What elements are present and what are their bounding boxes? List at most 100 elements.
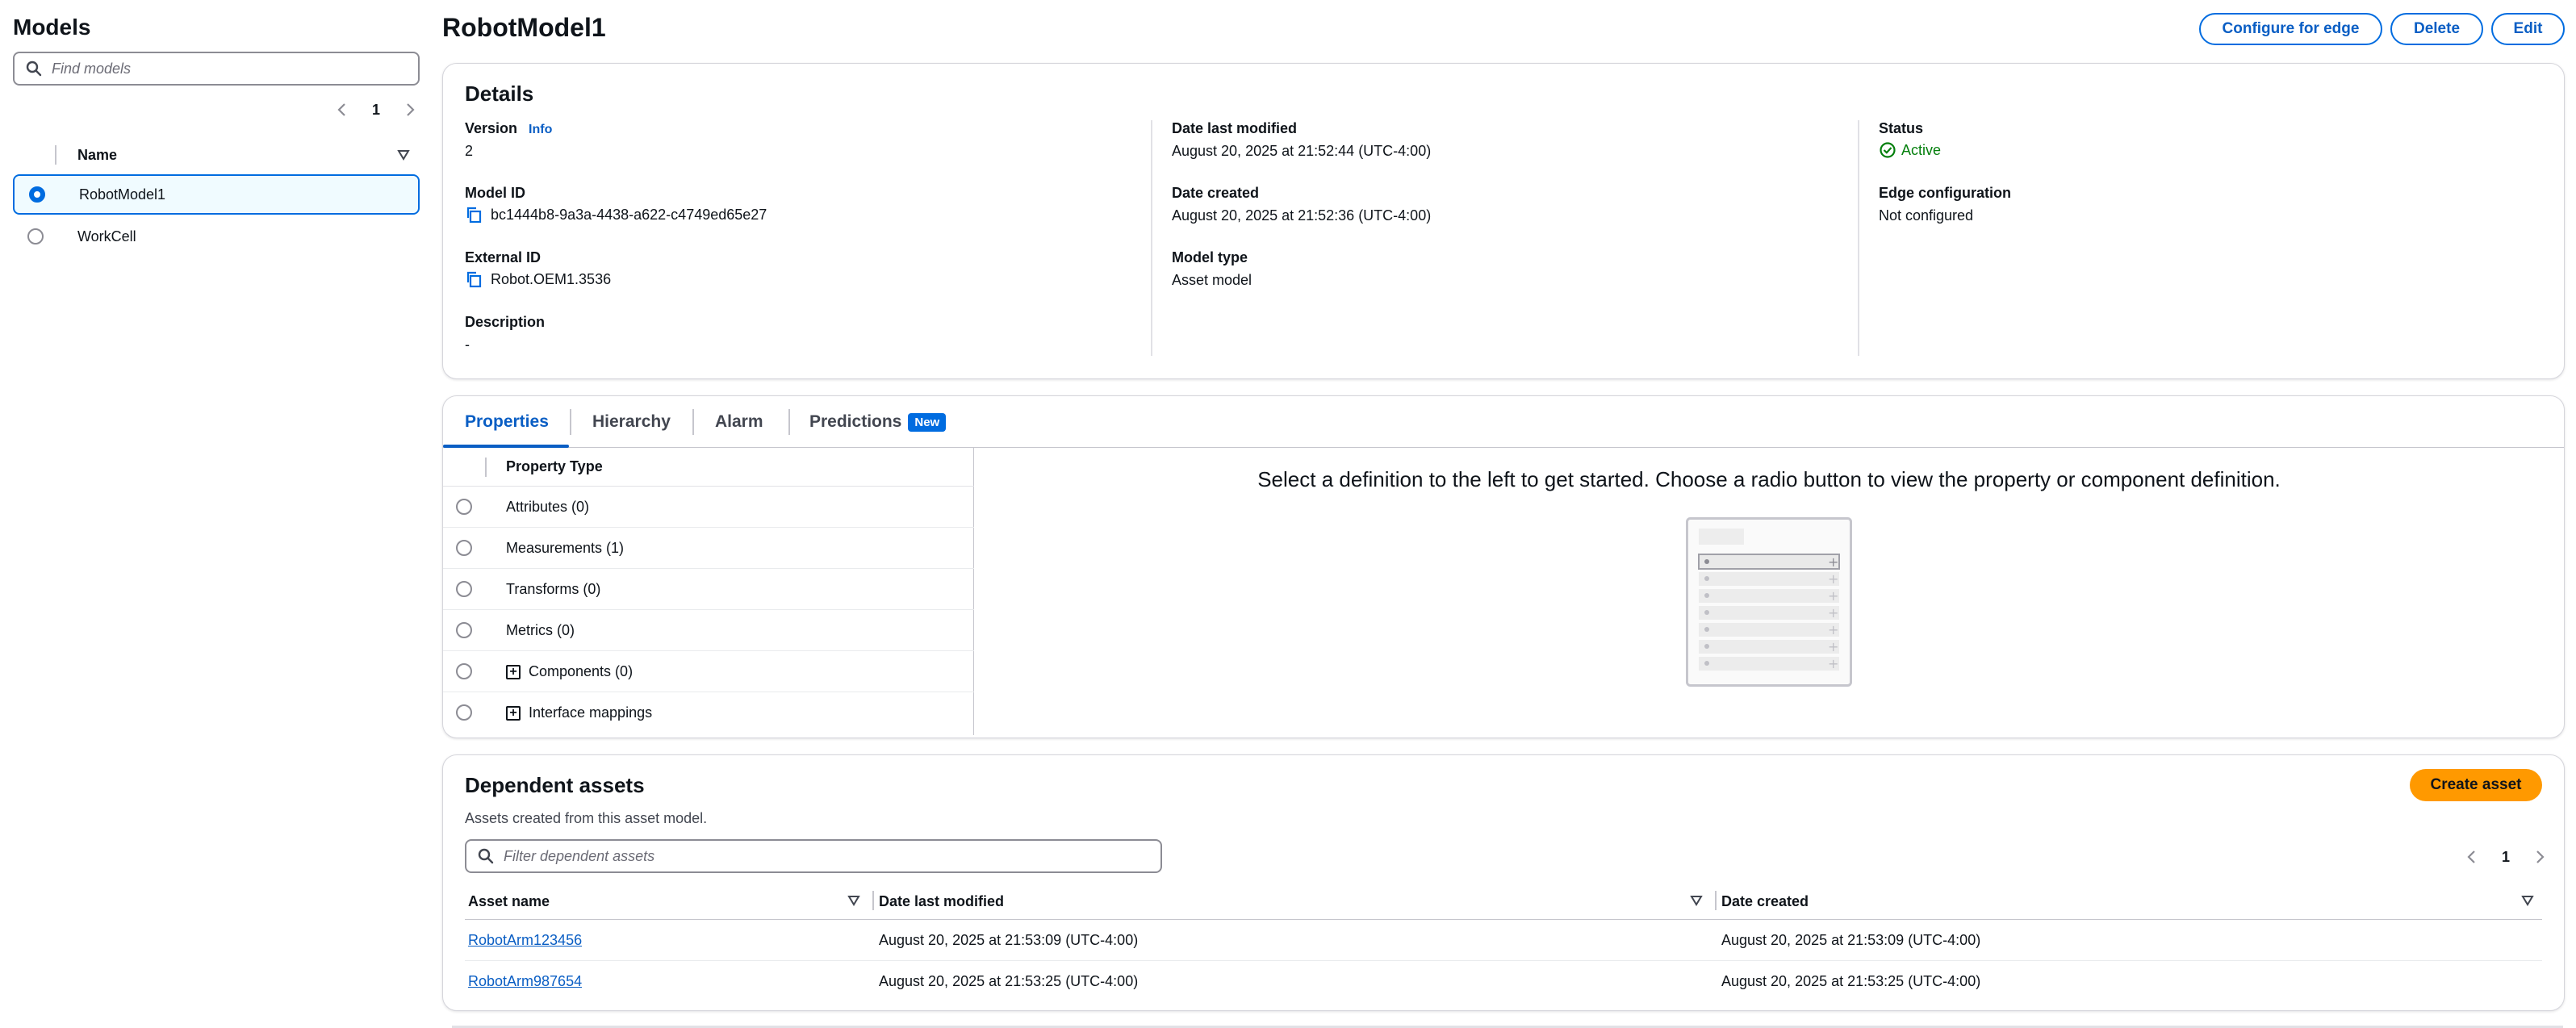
property-type-column: Property Type <box>506 458 603 474</box>
filter-placeholder: Filter dependent assets <box>504 847 655 864</box>
asset-link[interactable]: RobotArm123456 <box>468 932 582 948</box>
model-row-robotmodel1[interactable]: RobotModel1 <box>13 174 420 215</box>
create-asset-button[interactable]: Create asset <box>2410 769 2542 801</box>
tab-divider <box>788 409 790 435</box>
new-badge: New <box>908 412 947 432</box>
column-divider <box>485 458 487 477</box>
tab-hierarchy[interactable]: Hierarchy <box>592 396 671 448</box>
tab-properties[interactable]: Properties <box>465 396 549 448</box>
status-text: Active <box>1901 141 1942 158</box>
next-page-icon[interactable] <box>404 102 416 118</box>
property-label: Metrics (0) <box>506 622 575 638</box>
property-row-interface-mappings[interactable]: + Interface mappings <box>443 692 974 733</box>
version-value: 2 <box>465 143 474 159</box>
models-table-header: Name <box>13 140 420 169</box>
asset-name-column[interactable]: Asset name <box>468 893 550 910</box>
prev-page-icon[interactable] <box>2465 849 2478 865</box>
next-page-icon[interactable] <box>2533 849 2546 865</box>
edit-button[interactable]: Edit <box>2491 13 2565 45</box>
expand-icon[interactable]: + <box>506 664 521 679</box>
property-radio[interactable] <box>456 704 472 721</box>
sort-icon[interactable] <box>1690 894 1703 907</box>
table-row: RobotArm987654 August 20, 2025 at 21:53:… <box>465 961 2542 1002</box>
configure-for-edge-button[interactable]: Configure for edge <box>2199 13 2382 45</box>
filter-dependent-assets-input[interactable]: Filter dependent assets <box>465 839 1162 873</box>
description-value: - <box>465 336 470 353</box>
current-page[interactable]: 1 <box>372 102 380 119</box>
property-label-interface-mappings: + Interface mappings <box>506 704 652 721</box>
property-radio[interactable] <box>456 499 472 515</box>
property-radio[interactable] <box>456 581 472 597</box>
external-id-label: External ID <box>465 249 542 265</box>
tab-alarm[interactable]: Alarm <box>715 396 763 448</box>
status-value: Active <box>1879 141 1941 159</box>
tab-predictions-label: Predictions <box>809 412 902 431</box>
external-id-value: Robot.OEM1.3536 <box>465 270 611 288</box>
search-icon <box>26 61 42 77</box>
svg-text:+: + <box>1828 605 1838 621</box>
date-modified-label: Date last modified <box>1172 120 1298 136</box>
svg-text:+: + <box>1828 639 1838 654</box>
models-pagination: 1 <box>336 97 416 123</box>
delete-button[interactable]: Delete <box>2390 13 2483 45</box>
property-row-transforms[interactable]: Transforms (0) <box>443 569 974 610</box>
table-row: RobotArm123456 August 20, 2025 at 21:53:… <box>465 920 2542 961</box>
column-divider <box>1151 120 1152 356</box>
svg-text:+: + <box>1828 571 1838 587</box>
definition-empty-message: Select a definition to the left to get s… <box>1257 467 2281 491</box>
find-models-placeholder: Find models <box>52 60 132 77</box>
model-name: RobotModel1 <box>79 186 166 203</box>
date-modified-cell: August 20, 2025 at 21:53:25 (UTC-4:00) <box>879 973 1139 989</box>
dependent-assets-description: Assets created from this asset model. <box>465 810 708 826</box>
date-modified-cell: August 20, 2025 at 21:53:09 (UTC-4:00) <box>879 932 1139 948</box>
current-page[interactable]: 1 <box>2502 849 2510 866</box>
property-type-table: Property Type Attributes (0) Measurement… <box>443 448 974 735</box>
model-id-label: Model ID <box>465 185 525 201</box>
sort-icon[interactable] <box>2521 894 2534 907</box>
property-row-components[interactable]: + Components (0) <box>443 651 974 692</box>
property-row-measurements[interactable]: Measurements (1) <box>443 528 974 569</box>
check-circle-icon <box>1879 141 1896 159</box>
expand-icon[interactable]: + <box>506 705 521 721</box>
tab-predictions[interactable]: Predictions New <box>809 396 947 448</box>
date-created-value: August 20, 2025 at 21:52:36 (UTC-4:00) <box>1172 207 1432 224</box>
date-created-cell: August 20, 2025 at 21:53:09 (UTC-4:00) <box>1721 932 1981 948</box>
sort-icon[interactable] <box>847 894 860 907</box>
find-models-input[interactable]: Find models <box>13 52 420 86</box>
copy-icon[interactable] <box>465 270 483 288</box>
property-radio[interactable] <box>456 663 472 679</box>
assets-table-header: Asset name Date last modified Date creat… <box>465 883 2542 920</box>
asset-link[interactable]: RobotArm987654 <box>468 973 582 989</box>
name-column-header[interactable]: Name <box>77 147 117 164</box>
property-label: Measurements (1) <box>506 540 625 556</box>
tab-divider <box>570 409 571 435</box>
prev-page-icon[interactable] <box>336 102 349 118</box>
svg-text:+: + <box>1828 588 1838 604</box>
property-radio[interactable] <box>456 622 472 638</box>
details-container: Details Version Info 2 Model ID bc1444b8-… <box>442 63 2565 379</box>
date-last-modified-column[interactable]: Date last modified <box>879 893 1004 910</box>
property-radio[interactable] <box>456 540 472 556</box>
tab-bar: Properties Hierarchy Alarm Predictions N… <box>443 396 2564 448</box>
copy-icon[interactable] <box>465 206 483 224</box>
svg-text:+: + <box>1828 554 1838 570</box>
model-type-value: Asset model <box>1172 272 1252 288</box>
asset-name-cell: RobotArm987654 <box>468 973 582 990</box>
version-label: Version Info <box>465 120 553 136</box>
model-row-workcell[interactable]: WorkCell <box>13 216 420 257</box>
external-id-text: Robot.OEM1.3536 <box>491 270 612 287</box>
status-label: Status <box>1879 120 1924 136</box>
model-name: WorkCell <box>77 228 136 244</box>
property-label-components: + Components (0) <box>506 663 633 680</box>
model-radio[interactable] <box>27 228 44 244</box>
property-row-metrics[interactable]: Metrics (0) <box>443 610 974 651</box>
property-row-attributes[interactable]: Attributes (0) <box>443 487 974 528</box>
column-divider <box>1715 891 1717 910</box>
sort-icon[interactable] <box>397 148 410 161</box>
column-divider <box>1858 120 1859 356</box>
dependent-assets-container: Dependent assets Assets created from thi… <box>442 754 2565 1011</box>
date-created-column[interactable]: Date created <box>1721 893 1809 910</box>
info-link[interactable]: Info <box>529 123 552 136</box>
model-radio-selected[interactable] <box>29 186 45 203</box>
edge-configuration-label: Edge configuration <box>1879 185 2011 201</box>
